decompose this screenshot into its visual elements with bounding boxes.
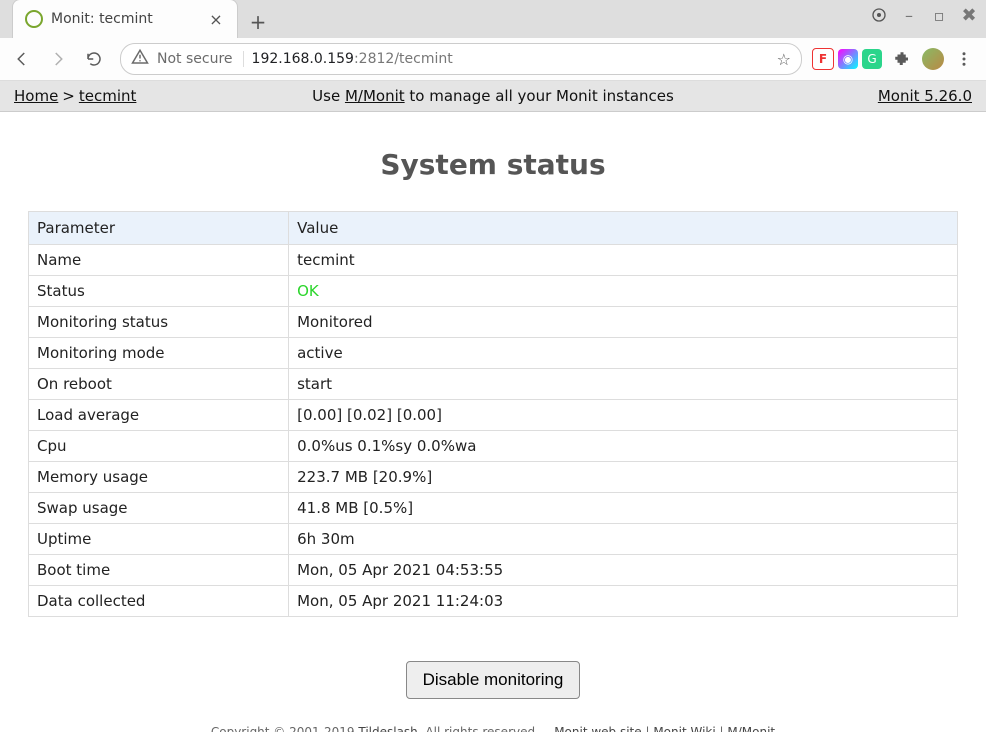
value-cell: Mon, 05 Apr 2021 04:53:55 xyxy=(289,555,958,586)
grammarly-extension-icon[interactable]: G xyxy=(862,49,882,69)
disable-monitoring-button[interactable]: Disable monitoring xyxy=(406,661,581,699)
breadcrumb: Home > tecmint xyxy=(14,87,136,105)
value-cell: Monitored xyxy=(289,307,958,338)
browser-tab[interactable]: Monit: tecmint × xyxy=(12,0,238,38)
value-cell: tecmint xyxy=(289,245,958,276)
profile-avatar-icon[interactable] xyxy=(922,48,944,70)
param-cell: Swap usage xyxy=(29,493,289,524)
param-cell: Name xyxy=(29,245,289,276)
not-secure-icon xyxy=(131,48,149,70)
param-cell: Uptime xyxy=(29,524,289,555)
window-maximize-icon[interactable]: ▫ xyxy=(930,6,948,24)
topbar-center-text: Use M/Monit to manage all your Monit ins… xyxy=(312,87,674,105)
value-cell: [0.00] [0.02] [0.00] xyxy=(289,400,958,431)
table-row: Uptime6h 30m xyxy=(29,524,958,555)
window-minimize-icon[interactable]: – xyxy=(900,6,918,24)
status-table: Parameter Value NametecmintStatusOKMonit… xyxy=(28,211,958,617)
param-cell: Load average xyxy=(29,400,289,431)
back-button[interactable] xyxy=(6,43,38,75)
col-header-value: Value xyxy=(289,212,958,245)
table-row: Monitoring modeactive xyxy=(29,338,958,369)
user-menu-icon[interactable] xyxy=(870,6,888,24)
flipboard-extension-icon[interactable]: F xyxy=(812,48,834,70)
table-row: Cpu0.0%us 0.1%sy 0.0%wa xyxy=(29,431,958,462)
table-row: Monitoring statusMonitored xyxy=(29,307,958,338)
monit-favicon-icon xyxy=(25,10,43,28)
breadcrumb-host-link[interactable]: tecmint xyxy=(79,87,137,105)
param-cell: Memory usage xyxy=(29,462,289,493)
tab-close-icon[interactable]: × xyxy=(207,10,225,28)
param-cell: Monitoring status xyxy=(29,307,289,338)
tab-title: Monit: tecmint xyxy=(51,11,199,27)
table-row: Data collectedMon, 05 Apr 2021 11:24:03 xyxy=(29,586,958,617)
value-cell: OK xyxy=(289,276,958,307)
param-cell: Status xyxy=(29,276,289,307)
param-cell: Cpu xyxy=(29,431,289,462)
extension-icon[interactable]: ◉ xyxy=(838,49,858,69)
new-tab-button[interactable]: + xyxy=(244,8,272,36)
monit-version-link[interactable]: Monit 5.26.0 xyxy=(878,87,972,105)
table-row: Load average[0.00] [0.02] [0.00] xyxy=(29,400,958,431)
extensions-puzzle-icon[interactable] xyxy=(886,43,918,75)
value-cell: 223.7 MB [20.9%] xyxy=(289,462,958,493)
value-cell: 41.8 MB [0.5%] xyxy=(289,493,958,524)
table-row: Memory usage223.7 MB [20.9%] xyxy=(29,462,958,493)
forward-button[interactable] xyxy=(42,43,74,75)
table-row: StatusOK xyxy=(29,276,958,307)
url-text: 192.168.0.159:2812/tecmint xyxy=(252,51,453,67)
mmonit-link[interactable]: M/Monit xyxy=(345,87,405,105)
param-cell: On reboot xyxy=(29,369,289,400)
table-row: Boot timeMon, 05 Apr 2021 04:53:55 xyxy=(29,555,958,586)
breadcrumb-home-link[interactable]: Home xyxy=(14,87,58,105)
window-close-icon[interactable]: ✖ xyxy=(960,6,978,24)
value-cell: 6h 30m xyxy=(289,524,958,555)
param-cell: Boot time xyxy=(29,555,289,586)
param-cell: Data collected xyxy=(29,586,289,617)
bookmark-star-icon[interactable]: ☆ xyxy=(777,50,791,69)
value-cell: start xyxy=(289,369,958,400)
value-cell: 0.0%us 0.1%sy 0.0%wa xyxy=(289,431,958,462)
table-row: On rebootstart xyxy=(29,369,958,400)
page-title: System status xyxy=(28,148,958,181)
param-cell: Monitoring mode xyxy=(29,338,289,369)
reload-button[interactable] xyxy=(78,43,110,75)
value-cell: active xyxy=(289,338,958,369)
not-secure-label: Not secure xyxy=(157,51,244,67)
value-cell: Mon, 05 Apr 2021 11:24:03 xyxy=(289,586,958,617)
col-header-parameter: Parameter xyxy=(29,212,289,245)
address-bar[interactable]: Not secure 192.168.0.159:2812/tecmint ☆ xyxy=(120,43,802,75)
table-row: Nametecmint xyxy=(29,245,958,276)
table-row: Swap usage41.8 MB [0.5%] xyxy=(29,493,958,524)
kebab-menu-icon[interactable] xyxy=(948,43,980,75)
